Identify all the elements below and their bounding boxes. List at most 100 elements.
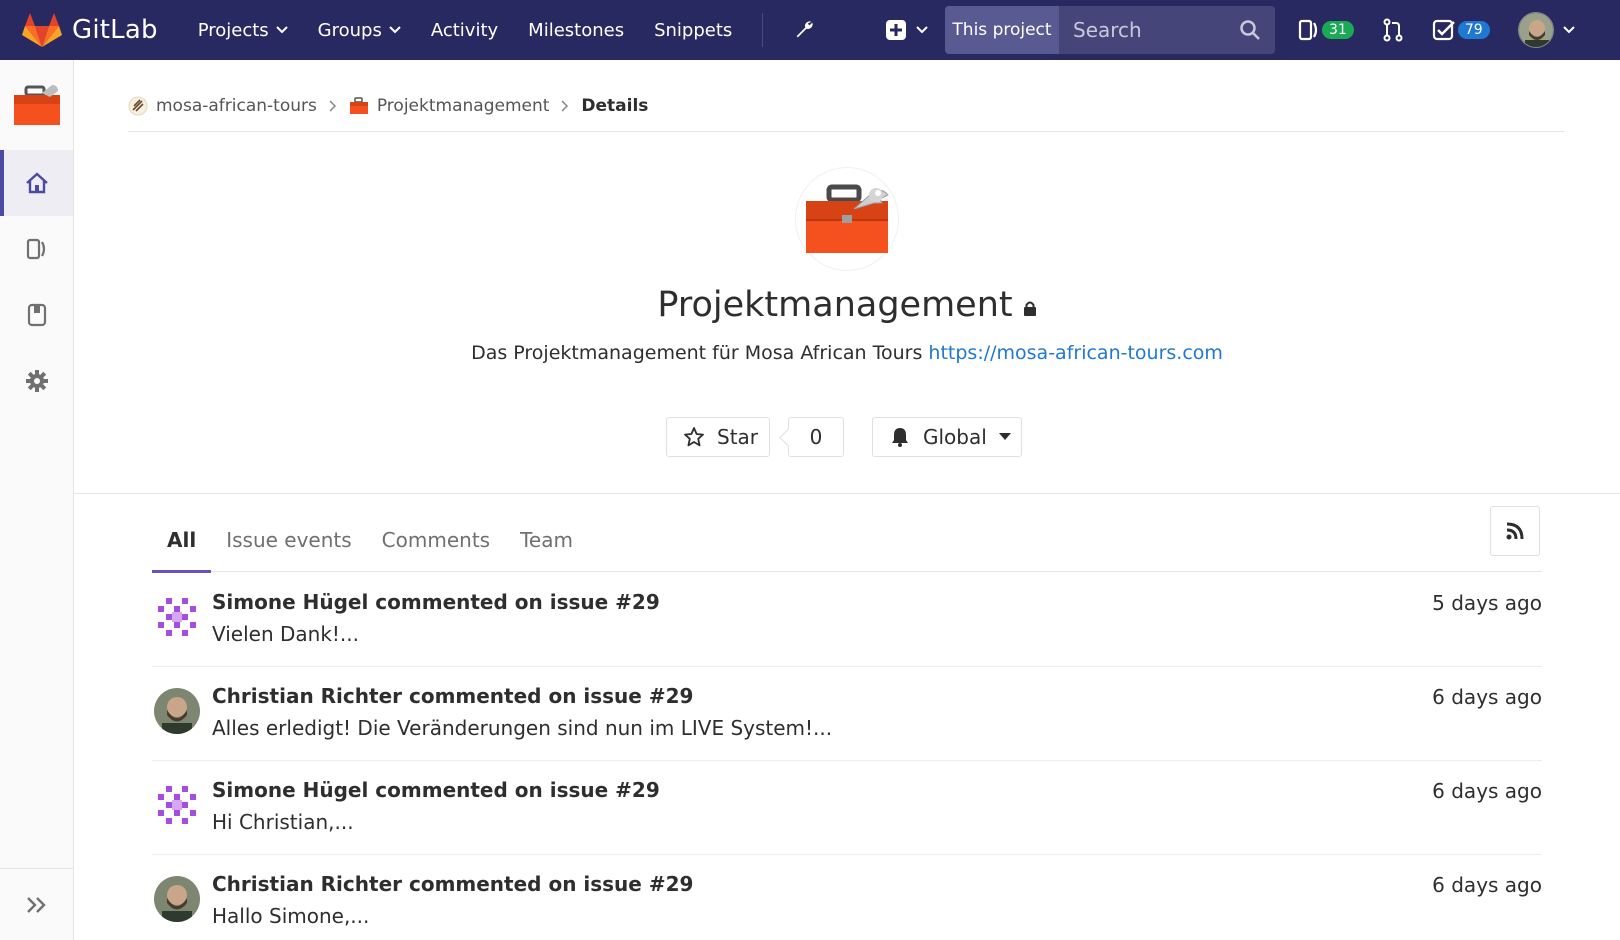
event-author-avatar[interactable] xyxy=(154,782,200,828)
home-icon xyxy=(25,172,48,194)
merge-requests-link[interactable] xyxy=(1382,18,1404,42)
event-action[interactable]: commented on issue #29 xyxy=(375,590,659,614)
search-scope-badge[interactable]: This project xyxy=(945,6,1059,54)
navbar-right: 31 79 xyxy=(1298,0,1576,60)
event-title: Simone Hügel commented on issue #29 xyxy=(212,590,660,614)
breadcrumb-group[interactable]: mosa-african-tours xyxy=(128,96,317,116)
tab-all[interactable]: All xyxy=(152,508,212,573)
sidebar-item-overview[interactable] xyxy=(0,150,73,216)
event-item: Simone Hügel commented on issue #29 Hi Ch… xyxy=(152,761,1542,855)
breadcrumb-current: Details xyxy=(581,95,649,116)
plus-square-icon xyxy=(886,20,907,40)
project-website-link[interactable]: https://mosa-african-tours.com xyxy=(928,342,1223,364)
event-author[interactable]: Simone Hügel xyxy=(212,590,368,614)
project-title: Projektmanagement xyxy=(0,285,1620,325)
project-description: Das Projektmanagement für Mosa African T… xyxy=(0,342,1620,364)
identicon-avatar xyxy=(154,782,200,828)
toolbox-icon xyxy=(349,96,368,114)
new-item-dropdown[interactable] xyxy=(885,19,929,41)
nav-link-snippets[interactable]: Snippets xyxy=(654,20,732,41)
toolbox-icon xyxy=(806,184,889,253)
event-author-avatar[interactable] xyxy=(154,594,200,640)
tab-comments[interactable]: Comments xyxy=(367,508,505,572)
identicon-avatar xyxy=(154,594,200,640)
star-button-label: Star xyxy=(717,425,759,449)
double-chevron-right-icon xyxy=(27,896,46,913)
search-box: This project xyxy=(945,6,1275,54)
project-sidebar xyxy=(0,60,74,940)
top-navbar: GitLab Projects Groups Activity Milestones S… xyxy=(0,0,1620,60)
nav-link-groups[interactable]: Groups xyxy=(318,20,401,41)
event-action[interactable]: commented on issue #29 xyxy=(409,684,693,708)
section-divider xyxy=(74,493,1620,494)
project-title-text: Projektmanagement xyxy=(657,285,1013,325)
chevron-down-icon xyxy=(916,26,929,34)
search-icon[interactable] xyxy=(1239,19,1261,41)
user-menu[interactable] xyxy=(1517,12,1576,48)
sidebar-item-issues[interactable] xyxy=(0,216,73,282)
chevron-down-icon xyxy=(1562,26,1575,34)
event-excerpt: Hi Christian,... xyxy=(212,810,354,834)
nav-link-projects[interactable]: Projects xyxy=(198,20,288,41)
event-timestamp: 5 days ago xyxy=(1432,591,1542,615)
brand[interactable]: GitLab xyxy=(22,0,158,60)
user-photo-avatar xyxy=(154,688,200,734)
sidebar-collapse-button[interactable] xyxy=(0,868,74,940)
issues-icon xyxy=(26,238,45,260)
event-author[interactable]: Christian Richter xyxy=(212,684,402,708)
event-title: Christian Richter commented on issue #29 xyxy=(212,872,693,896)
star-count[interactable]: 0 xyxy=(788,417,844,457)
breadcrumb-group-label: mosa-african-tours xyxy=(156,95,317,116)
project-actions: Star 0 Global xyxy=(666,417,1022,457)
nav-link-label: Activity xyxy=(430,19,499,41)
notification-level-label: Global xyxy=(923,425,987,449)
star-button[interactable]: Star xyxy=(666,417,770,457)
bell-icon xyxy=(892,428,908,447)
chevron-right-icon xyxy=(329,99,336,112)
nav-link-label: Milestones xyxy=(528,19,625,41)
todo-check-icon xyxy=(1432,19,1455,41)
todos-count-badge: 79 xyxy=(1457,21,1490,39)
search-input[interactable] xyxy=(1059,18,1229,42)
nav-link-milestones[interactable]: Milestones xyxy=(528,20,624,41)
event-title: Simone Hügel commented on issue #29 xyxy=(212,778,660,802)
event-excerpt: Hallo Simone,... xyxy=(212,904,370,928)
wrench-icon[interactable] xyxy=(793,19,815,41)
nav-link-label: Groups xyxy=(317,19,382,41)
tab-issue-events[interactable]: Issue events xyxy=(211,508,366,572)
tab-team[interactable]: Team xyxy=(505,508,588,572)
event-action[interactable]: commented on issue #29 xyxy=(375,778,659,802)
user-photo-avatar xyxy=(154,876,200,922)
nav-link-label: Snippets xyxy=(654,19,733,41)
breadcrumb-project-label: Projektmanagement xyxy=(376,95,550,116)
event-author-avatar[interactable] xyxy=(154,876,200,922)
rss-feed-button[interactable] xyxy=(1490,506,1540,556)
star-icon xyxy=(684,427,704,447)
event-excerpt: Vielen Dank!... xyxy=(212,622,360,646)
merge-request-icon xyxy=(1383,18,1403,42)
issues-link[interactable]: 31 xyxy=(1298,19,1354,41)
brand-name: GitLab xyxy=(72,15,158,45)
event-author[interactable]: Simone Hügel xyxy=(212,778,368,802)
event-title: Christian Richter commented on issue #29 xyxy=(212,684,693,708)
nav-link-activity[interactable]: Activity xyxy=(431,20,498,41)
activity-event-list: Simone Hügel commented on issue #29 Viele… xyxy=(152,573,1542,940)
main-nav: Projects Groups Activity Milestones Snippets xyxy=(198,0,763,60)
lock-icon xyxy=(1023,301,1036,316)
breadcrumb-project[interactable]: Projektmanagement xyxy=(349,95,550,116)
nav-link-label: Projects xyxy=(197,19,269,41)
issues-count-badge: 31 xyxy=(1322,21,1354,39)
event-author[interactable]: Christian Richter xyxy=(212,872,402,896)
event-author-avatar[interactable] xyxy=(154,688,200,734)
event-item: Simone Hügel commented on issue #29 Viele… xyxy=(152,573,1542,667)
gitlab-logo-icon xyxy=(22,13,62,47)
chevron-down-icon xyxy=(275,26,288,34)
notification-dropdown[interactable]: Global xyxy=(872,417,1022,457)
event-timestamp: 6 days ago xyxy=(1432,873,1542,897)
event-item: Christian Richter commented on issue #29… xyxy=(152,855,1542,940)
activity-tabs: All Issue events Comments Team xyxy=(152,508,1542,573)
event-action[interactable]: commented on issue #29 xyxy=(409,872,693,896)
sidebar-project-avatar[interactable] xyxy=(0,60,73,150)
project-avatar xyxy=(795,167,899,271)
todos-link[interactable]: 79 xyxy=(1432,19,1490,41)
